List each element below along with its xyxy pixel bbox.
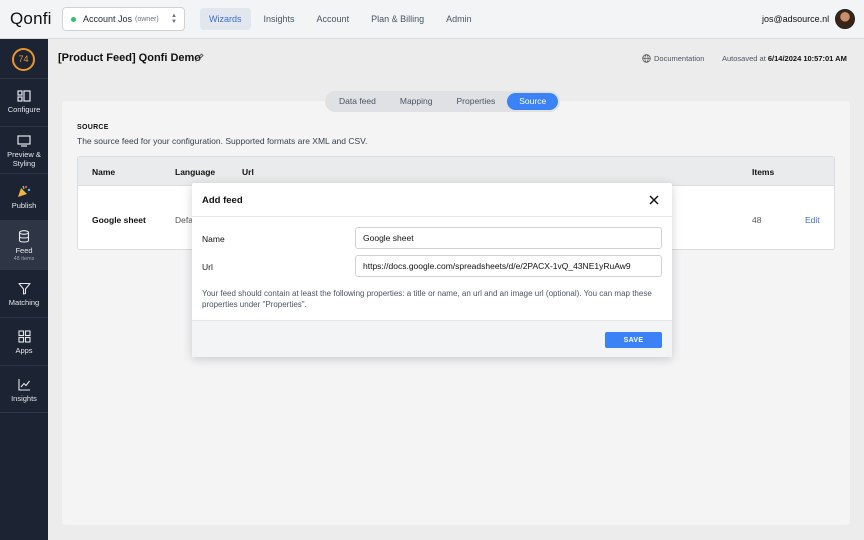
column-url: Url xyxy=(242,167,254,177)
pencil-icon[interactable] xyxy=(195,53,204,62)
sidebar-item-matching[interactable]: Matching xyxy=(0,269,48,317)
edit-link[interactable]: Edit xyxy=(805,215,820,225)
page-title: [Product Feed] Qonfi Demo xyxy=(58,52,201,64)
nav-account[interactable]: Account xyxy=(308,8,359,30)
column-items: Items xyxy=(752,167,775,177)
column-language: Language xyxy=(175,167,216,177)
url-field[interactable] xyxy=(355,255,662,277)
feed-hint: Your feed should contain at least the fo… xyxy=(202,289,652,309)
sidebar-item-label: Preview & Styling xyxy=(7,150,41,168)
account-role: (owner) xyxy=(135,15,159,23)
top-bar: Qonfi Account Jos (owner) ▲ ▼ Wizards Ins… xyxy=(0,0,864,39)
nav-wizards[interactable]: Wizards xyxy=(200,8,251,30)
add-feed-modal: Add feed Name Url Your feed should conta… xyxy=(192,183,672,357)
party-icon xyxy=(18,185,31,197)
tab-properties[interactable]: Properties xyxy=(444,93,507,110)
sidebar-item-publish[interactable]: Publish xyxy=(0,173,48,220)
main-nav: Wizards Insights Account Plan & Billing … xyxy=(200,8,481,30)
section-title: SOURCE xyxy=(77,124,109,131)
sidebar-item-label: Publish xyxy=(11,201,37,210)
row-name: Google sheet xyxy=(92,215,146,225)
sidebar-item-label: Configure xyxy=(7,105,41,114)
row-items: 48 xyxy=(752,215,762,225)
url-label: Url xyxy=(202,262,213,272)
score-badge[interactable]: 74 xyxy=(12,48,35,71)
sidebar-item-label: Apps xyxy=(15,346,33,355)
table-header: Name Language Url Items xyxy=(78,157,834,186)
sidebar-item-apps[interactable]: Apps xyxy=(0,317,48,365)
modal-header: Add feed xyxy=(192,183,672,217)
documentation-label: Documentation xyxy=(654,54,705,63)
sidebar-item-label: Feed xyxy=(15,246,33,255)
section-description: The source feed for your configuration. … xyxy=(77,136,368,146)
chevron-updown-icon: ▲ ▼ xyxy=(171,13,177,25)
sidebar-item-count: 48 items xyxy=(13,256,35,262)
sidebar-item-feed[interactable]: Feed 48 items xyxy=(0,220,48,269)
modal-title: Add feed xyxy=(202,195,243,206)
account-name: Account Jos xyxy=(83,14,133,24)
name-label: Name xyxy=(202,234,225,244)
autosaved-label: Autosaved at xyxy=(722,54,766,63)
sidebar-item-configure[interactable]: Configure xyxy=(0,78,48,126)
autosave-status: Autosaved at 6/14/2024 10:57:01 AM xyxy=(722,54,847,63)
sidebar: 74 Configure Preview & Styling Publish F… xyxy=(0,39,48,540)
chart-icon xyxy=(17,379,30,391)
source-tabs: Data feed Mapping Properties Source xyxy=(325,91,561,112)
tab-data-feed[interactable]: Data feed xyxy=(327,93,388,110)
database-icon xyxy=(18,230,30,243)
sidebar-item-insights[interactable]: Insights xyxy=(0,365,48,413)
save-button[interactable]: SAVE xyxy=(605,332,662,348)
sidebar-item-label: Matching xyxy=(8,298,40,307)
autosaved-time: 6/14/2024 10:57:01 AM xyxy=(767,54,847,63)
name-field[interactable] xyxy=(355,227,662,249)
globe-icon xyxy=(642,54,651,63)
monitor-icon xyxy=(17,135,31,147)
user-email[interactable]: jos@adsource.nl xyxy=(762,14,829,24)
documentation-link[interactable]: Documentation xyxy=(642,54,704,63)
tab-source[interactable]: Source xyxy=(507,93,559,110)
grid-icon xyxy=(17,330,31,343)
nav-insights[interactable]: Insights xyxy=(255,8,304,30)
modal-footer: SAVE xyxy=(192,320,672,357)
column-name: Name xyxy=(92,167,116,177)
tab-mapping[interactable]: Mapping xyxy=(388,93,445,110)
configure-icon xyxy=(17,90,31,102)
funnel-icon xyxy=(17,282,31,295)
sidebar-item-label: Insights xyxy=(11,394,37,403)
nav-plan-billing[interactable]: Plan & Billing xyxy=(362,8,433,30)
account-select[interactable]: Account Jos (owner) ▲ ▼ xyxy=(62,7,185,31)
sidebar-item-preview-styling[interactable]: Preview & Styling xyxy=(0,126,48,173)
row-language: Defa xyxy=(175,215,193,225)
nav-admin[interactable]: Admin xyxy=(437,8,481,30)
status-dot xyxy=(71,16,76,22)
avatar[interactable] xyxy=(835,9,855,29)
app-logo[interactable]: Qonfi xyxy=(10,9,52,29)
close-icon[interactable] xyxy=(647,193,661,207)
